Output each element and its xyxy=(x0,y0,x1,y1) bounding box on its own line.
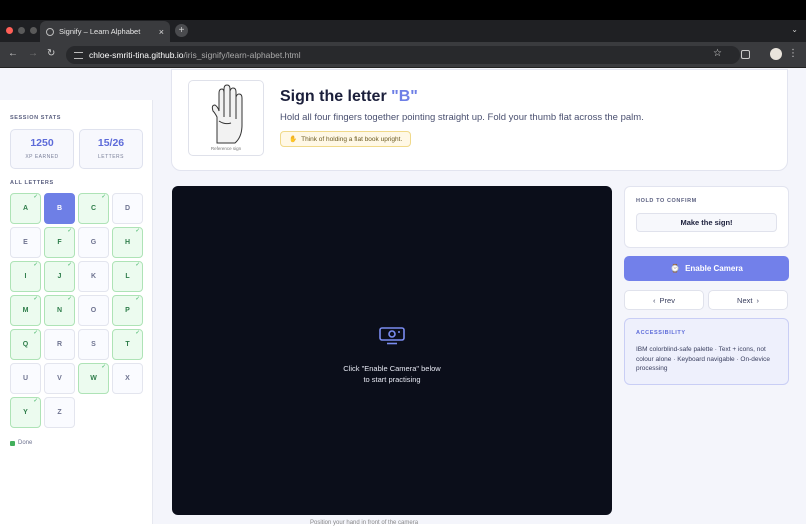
next-label: Next xyxy=(737,295,753,305)
window-controls xyxy=(6,27,37,34)
browser-tab-bar: Signify – Learn Alphabet × + ⌄ xyxy=(0,20,806,42)
url-host: chloe-smriti-tina.github.io xyxy=(89,50,184,60)
letter-w-button[interactable]: W xyxy=(78,363,109,394)
hold-to-confirm-card: HOLD TO CONFIRM Make the sign! xyxy=(624,186,789,248)
camera-icon: ⌚ xyxy=(670,264,681,273)
enable-camera-button[interactable]: ⌚ Enable Camera xyxy=(624,256,789,281)
stat-letters-value: 15/26 xyxy=(97,137,125,149)
prev-label: Prev xyxy=(659,295,675,305)
letter-j-button[interactable]: J xyxy=(44,261,75,292)
camera-instructions-line2: to start practising xyxy=(363,375,421,384)
letter-n-button[interactable]: N xyxy=(44,295,75,326)
letter-s-button[interactable]: S xyxy=(78,329,109,360)
make-sign-status: Make the sign! xyxy=(636,213,777,232)
webcam-icon xyxy=(379,327,405,345)
extensions-icon[interactable] xyxy=(741,50,750,59)
stat-letters-label: LETTERS xyxy=(97,154,124,160)
address-bar[interactable]: chloe-smriti-tina.github.io/iris_signify… xyxy=(66,46,740,64)
letter-e-button[interactable]: E xyxy=(10,227,41,258)
all-letters-title: ALL LETTERS xyxy=(10,180,54,186)
reload-icon[interactable]: ↻ xyxy=(47,48,55,59)
accessibility-card: ACCESSIBILITY IBM colorblind-safe palett… xyxy=(624,318,789,385)
letter-z-button[interactable]: Z xyxy=(44,397,75,428)
letter-i-button[interactable]: I xyxy=(10,261,41,292)
letter-o-button[interactable]: O xyxy=(78,295,109,326)
accessibility-title: ACCESSIBILITY xyxy=(636,330,686,336)
site-settings-icon[interactable] xyxy=(74,51,83,59)
stat-xp-label: XP EARNED xyxy=(25,154,59,160)
letter-l-button[interactable]: L xyxy=(112,261,143,292)
stat-xp-value: 1250 xyxy=(30,137,54,149)
legend-label: Done xyxy=(18,440,33,446)
letter-u-button[interactable]: U xyxy=(10,363,41,394)
session-stats-title: SESSION STATS xyxy=(10,115,61,121)
maximize-window-button[interactable] xyxy=(30,27,37,34)
target-letter: "B" xyxy=(391,88,418,105)
letter-h-button[interactable]: H xyxy=(112,227,143,258)
legend: Done xyxy=(10,440,32,446)
hand-hint-icon: ✋ xyxy=(289,136,298,143)
letter-y-button[interactable]: Y xyxy=(10,397,41,428)
letter-q-button[interactable]: Q xyxy=(10,329,41,360)
hint-badge: ✋ Think of holding a flat book upright. xyxy=(280,131,412,147)
letter-p-button[interactable]: P xyxy=(112,295,143,326)
stat-letters: 15/26 LETTERS xyxy=(79,129,143,169)
camera-footer-text: Position your hand in front of the camer… xyxy=(310,520,419,526)
lesson-header-card: Reference sign Sign the letter "B" Hold … xyxy=(171,69,788,171)
reference-sign-image: Reference sign xyxy=(188,80,264,156)
camera-instructions-line1: Click "Enable Camera" below xyxy=(343,364,441,373)
reference-sign-caption: Reference sign xyxy=(210,146,242,151)
camera-view: Click "Enable Camera" below to start pra… xyxy=(172,186,612,515)
page-title-prefix: Sign the letter xyxy=(280,88,392,105)
letter-f-button[interactable]: F xyxy=(44,227,75,258)
letter-v-button[interactable]: V xyxy=(44,363,75,394)
hold-to-confirm-title: HOLD TO CONFIRM xyxy=(636,198,697,204)
bookmark-star-icon[interactable]: ☆ xyxy=(713,48,722,59)
letter-a-button[interactable]: A xyxy=(10,193,41,224)
tab-title: Signify – Learn Alphabet xyxy=(59,27,141,36)
prev-button[interactable]: ‹ Prev xyxy=(624,290,704,310)
letter-r-button[interactable]: R xyxy=(44,329,75,360)
profile-avatar[interactable] xyxy=(770,48,782,60)
browser-tab[interactable]: Signify – Learn Alphabet × xyxy=(40,21,170,42)
sign-description: Hold all four fingers together pointing … xyxy=(280,112,644,123)
letter-b-button[interactable]: B xyxy=(44,193,75,224)
accessibility-body: IBM colorblind-safe palette · Text + ico… xyxy=(636,346,771,372)
chevron-right-icon: › xyxy=(756,295,759,305)
letter-c-button[interactable]: C xyxy=(78,193,109,224)
close-window-button[interactable] xyxy=(6,27,13,34)
enable-camera-label: Enable Camera xyxy=(685,264,743,273)
camera-instructions: Click "Enable Camera" below to start pra… xyxy=(172,363,612,385)
chevron-left-icon: ‹ xyxy=(653,295,656,305)
done-swatch xyxy=(10,440,15,446)
browser-menu-icon[interactable]: ⋮ xyxy=(788,48,798,59)
page-title: Sign the letter "B" xyxy=(280,88,418,106)
letter-m-button[interactable]: M xyxy=(10,295,41,326)
url-path: /iris_signify/learn-alphabet.html xyxy=(183,50,301,60)
url-text: chloe-smriti-tina.github.io/iris_signify… xyxy=(89,50,301,60)
next-button[interactable]: Next › xyxy=(708,290,788,310)
stat-xp: 1250 XP EARNED xyxy=(10,129,74,169)
letter-d-button[interactable]: D xyxy=(112,193,143,224)
letter-g-button[interactable]: G xyxy=(78,227,109,258)
new-tab-button[interactable]: + xyxy=(175,24,188,37)
close-tab-icon[interactable]: × xyxy=(159,27,164,37)
hint-text: Think of holding a flat book upright. xyxy=(301,135,403,143)
tab-search-chevron-icon[interactable]: ⌄ xyxy=(791,25,798,34)
letter-t-button[interactable]: T xyxy=(112,329,143,360)
browser-nav-bar: ← → ↻ chloe-smriti-tina.github.io/iris_s… xyxy=(0,42,806,68)
screen-top-bar xyxy=(0,0,806,20)
globe-icon xyxy=(46,27,54,36)
forward-arrow-icon[interactable]: → xyxy=(28,48,38,59)
letter-k-button[interactable]: K xyxy=(78,261,109,292)
letter-grid: ABCD EFGH IJKL MNOP QRST UVWX YZ xyxy=(10,193,143,428)
minimize-window-button[interactable] xyxy=(18,27,25,34)
sidebar: SESSION STATS 1250 XP EARNED 15/26 LETTE… xyxy=(0,100,153,524)
letter-x-button[interactable]: X xyxy=(112,363,143,394)
back-arrow-icon[interactable]: ← xyxy=(8,48,18,59)
session-stats: 1250 XP EARNED 15/26 LETTERS xyxy=(10,129,152,169)
hand-sign-icon xyxy=(211,84,243,144)
page: SESSION STATS 1250 XP EARNED 15/26 LETTE… xyxy=(0,68,806,526)
